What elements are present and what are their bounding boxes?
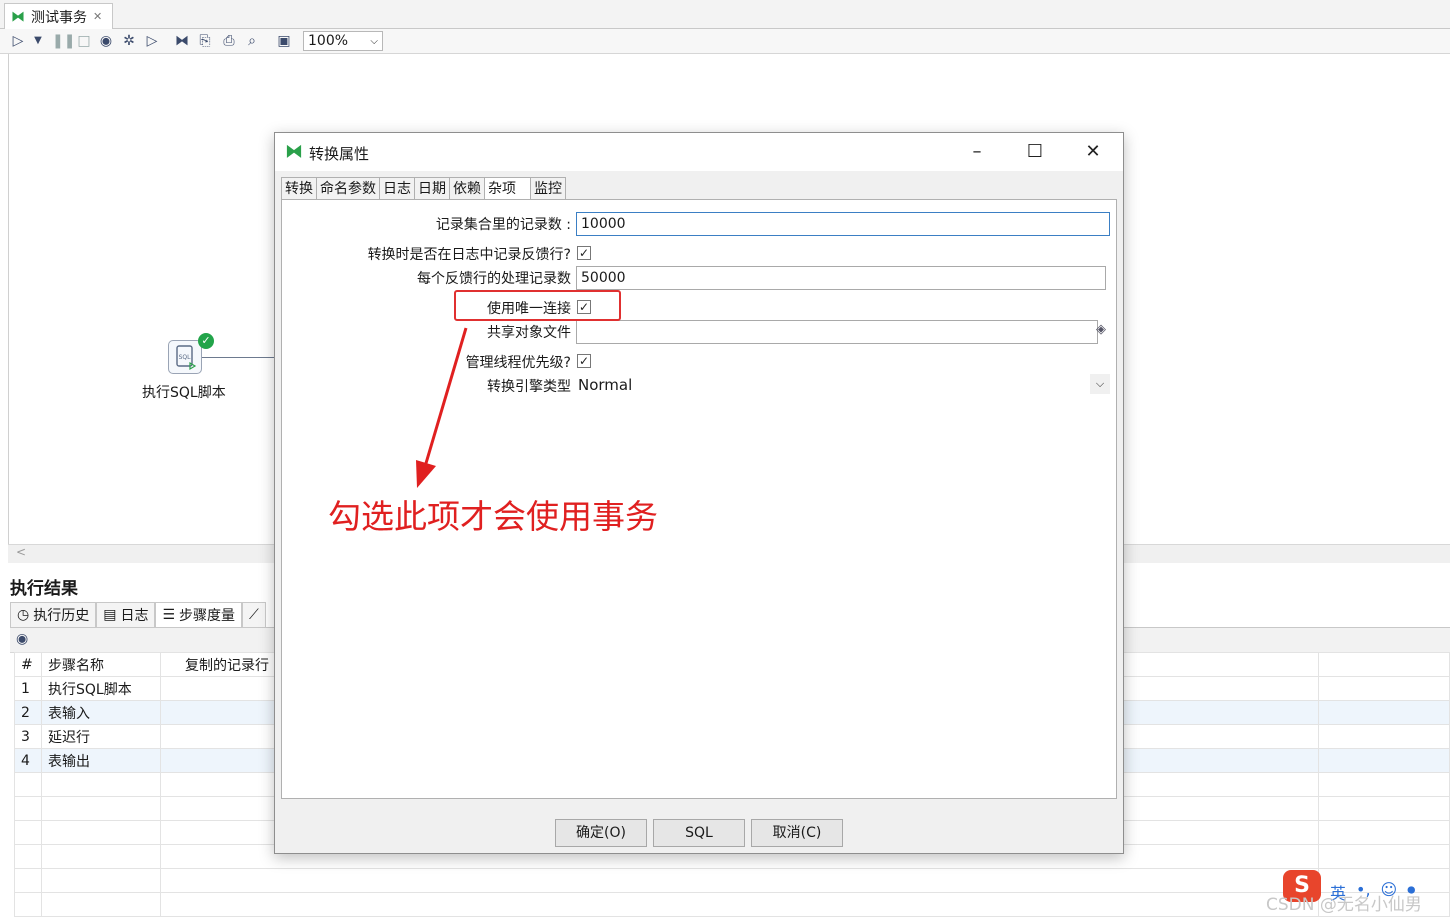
thread-priority-checkbox[interactable]: ✓ — [577, 354, 591, 368]
row-step-name: 表输出 — [41, 748, 161, 773]
tab-chart[interactable]: ⟋ — [242, 602, 266, 627]
dialog-titlebar[interactable]: ⧓ 转换属性 – ☐ ✕ — [275, 133, 1123, 171]
row-step-name: 执行SQL脚本 — [41, 676, 161, 701]
tab-dependencies[interactable]: 依赖 — [449, 177, 485, 200]
shared-file-label: 共享对象文件 — [487, 325, 571, 341]
log-feedback-label: 转换时是否在日志中记录反馈行? — [367, 247, 571, 263]
close-tab-icon[interactable]: ✕ — [93, 10, 102, 23]
tab-log-label: 日志 — [120, 608, 149, 624]
annotation-text: 勾选此项才会使用事务 — [328, 497, 658, 536]
explore-db-icon[interactable]: ⌕ — [244, 33, 260, 49]
tab-monitoring[interactable]: 监控 — [530, 177, 566, 200]
zoom-select[interactable]: 100% ⌵ — [303, 31, 383, 51]
feedback-size-label: 每个反馈行的处理记录数 — [417, 271, 571, 287]
row-number: 1 — [14, 676, 42, 701]
svg-text:SQL: SQL — [179, 354, 192, 361]
verify-icon[interactable]: ⧓ — [174, 33, 190, 49]
variable-diamond-icon[interactable]: ◈ — [1096, 322, 1106, 337]
show-results-icon[interactable]: ▣ — [276, 33, 292, 49]
editor-tab-strip: ⧓ 测试事务 ✕ — [0, 0, 1450, 29]
highlight-box — [454, 290, 621, 321]
engine-type-label: 转换引擎类型 — [487, 379, 571, 395]
debug-icon[interactable]: ✲ — [121, 33, 137, 49]
row-number: 4 — [14, 748, 42, 773]
dialog-tabs: 转换 命名参数 日志 日期 依赖 杂项 监控 — [281, 177, 566, 200]
toolbar: ▷ ▼ ❚❚ □ ◉ ✲ ▷ ⧓ ⎘ ⎙ ⌕ ▣ 100% ⌵ — [0, 29, 1450, 54]
row-step-name: 延迟行 — [41, 724, 161, 749]
tab-log[interactable]: 日志 — [379, 177, 415, 200]
results-title: 执行结果 — [10, 579, 78, 599]
maximize-icon[interactable]: ☐ — [1015, 139, 1055, 165]
zoom-value: 100% — [308, 33, 349, 49]
chart-icon: ⟋ — [249, 607, 259, 623]
sql-script-step-icon[interactable]: SQL — [168, 340, 202, 374]
ok-button[interactable]: 确定(O) — [555, 819, 647, 847]
tab-log[interactable]: ▤ 日志 — [96, 602, 156, 627]
eye-icon[interactable]: ◉ — [16, 631, 28, 647]
tab-misc[interactable]: 杂项 — [484, 177, 531, 200]
clock-icon: ◷ — [17, 607, 30, 623]
impact-icon[interactable]: ⎘ — [197, 33, 213, 49]
cancel-button[interactable]: 取消(C) — [751, 819, 843, 847]
replay-icon[interactable]: ▷ — [144, 33, 160, 49]
stop-icon[interactable]: □ — [76, 33, 92, 49]
step-label: 执行SQL脚本 — [142, 385, 226, 401]
document-tab[interactable]: ⧓ 测试事务 ✕ — [4, 3, 114, 29]
document-tab-title: 测试事务 — [31, 9, 87, 26]
pause-icon[interactable]: ❚❚ — [52, 33, 75, 49]
minimize-icon[interactable]: – — [957, 139, 997, 165]
close-icon[interactable]: ✕ — [1073, 139, 1113, 165]
tab-step-metrics[interactable]: ☰ 步骤度量 — [155, 602, 243, 627]
shared-file-input[interactable] — [576, 320, 1098, 344]
transformation-icon: ⧓ — [285, 141, 303, 162]
preview-eye-icon[interactable]: ◉ — [98, 33, 114, 49]
feedback-size-input[interactable]: 50000 — [576, 266, 1106, 290]
step-success-badge: ✓ — [198, 333, 214, 349]
hop-line[interactable] — [202, 357, 274, 358]
tab-exec-history[interactable]: ◷ 执行历史 — [10, 602, 97, 627]
tab-transform[interactable]: 转换 — [281, 177, 317, 200]
sql-icon[interactable]: ⎙ — [221, 33, 237, 49]
transformation-icon: ⧓ — [11, 8, 25, 25]
records-input[interactable]: 10000 — [576, 212, 1110, 236]
tab-named-params[interactable]: 命名参数 — [316, 177, 380, 200]
thread-priority-label: 管理线程优先级? — [465, 355, 571, 371]
sql-button[interactable]: SQL — [653, 819, 745, 847]
row-number: 3 — [14, 724, 42, 749]
col-number[interactable]: # — [14, 652, 42, 677]
results-tabs: ◷ 执行历史 ▤ 日志 ☰ 步骤度量 ⟋ — [10, 602, 266, 627]
run-options-chevron-icon[interactable]: ▼ — [30, 33, 46, 49]
chevron-down-icon: ⌵ — [370, 35, 378, 47]
col-step-name[interactable]: 步骤名称 — [41, 652, 161, 677]
watermark: CSDN @无名小仙男 — [1266, 895, 1422, 915]
chevron-down-icon[interactable]: ⌵ — [1090, 374, 1110, 394]
log-feedback-checkbox[interactable]: ✓ — [577, 246, 591, 260]
metrics-icon: ☰ — [162, 607, 176, 623]
row-step-name: 表输入 — [41, 700, 161, 725]
tab-date[interactable]: 日期 — [414, 177, 450, 200]
run-icon[interactable]: ▷ — [10, 33, 26, 49]
scroll-left-icon[interactable]: < — [16, 545, 26, 559]
annotation-arrow — [416, 327, 468, 488]
log-icon: ▤ — [103, 607, 117, 623]
row-number: 2 — [14, 700, 42, 725]
engine-type-value[interactable]: Normal — [578, 376, 632, 394]
records-label: 记录集合里的记录数 : — [435, 217, 571, 233]
tab-step-metrics-label: 步骤度量 — [179, 608, 236, 624]
dialog-title: 转换属性 — [309, 145, 370, 163]
tab-exec-history-label: 执行历史 — [33, 608, 90, 624]
